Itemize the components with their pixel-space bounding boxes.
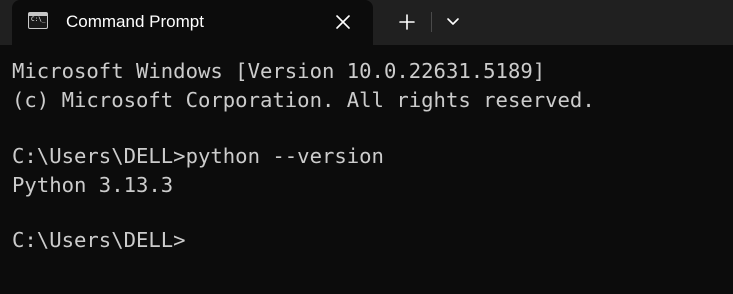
tab-command-prompt[interactable]: C:\_ Command Prompt bbox=[12, 0, 373, 45]
terminal-line-python-output: Python 3.13.3 bbox=[12, 173, 174, 197]
cmd-icon: C:\_ bbox=[28, 12, 48, 29]
terminal-line-version: Microsoft Windows [Version 10.0.22631.51… bbox=[12, 59, 546, 83]
terminal-output[interactable]: Microsoft Windows [Version 10.0.22631.51… bbox=[0, 45, 733, 294]
tab-title: Command Prompt bbox=[66, 12, 204, 31]
chevron-down-icon bbox=[447, 18, 459, 25]
close-tab-button[interactable] bbox=[329, 8, 357, 36]
tab-divider bbox=[431, 12, 432, 32]
tab-bar: C:\_ Command Prompt bbox=[0, 0, 733, 45]
new-tab-button[interactable] bbox=[392, 8, 422, 36]
plus-icon bbox=[399, 14, 415, 30]
close-icon bbox=[336, 15, 350, 29]
terminal-prompt[interactable]: C:\Users\DELL> bbox=[12, 226, 186, 254]
profiles-dropdown-button[interactable] bbox=[438, 8, 468, 36]
terminal-window: C:\_ Command Prompt Microsoft Windows [V… bbox=[0, 0, 733, 294]
terminal-line-command: C:\Users\DELL>python --version bbox=[12, 144, 384, 168]
terminal-line-copyright: (c) Microsoft Corporation. All rights re… bbox=[12, 88, 595, 112]
